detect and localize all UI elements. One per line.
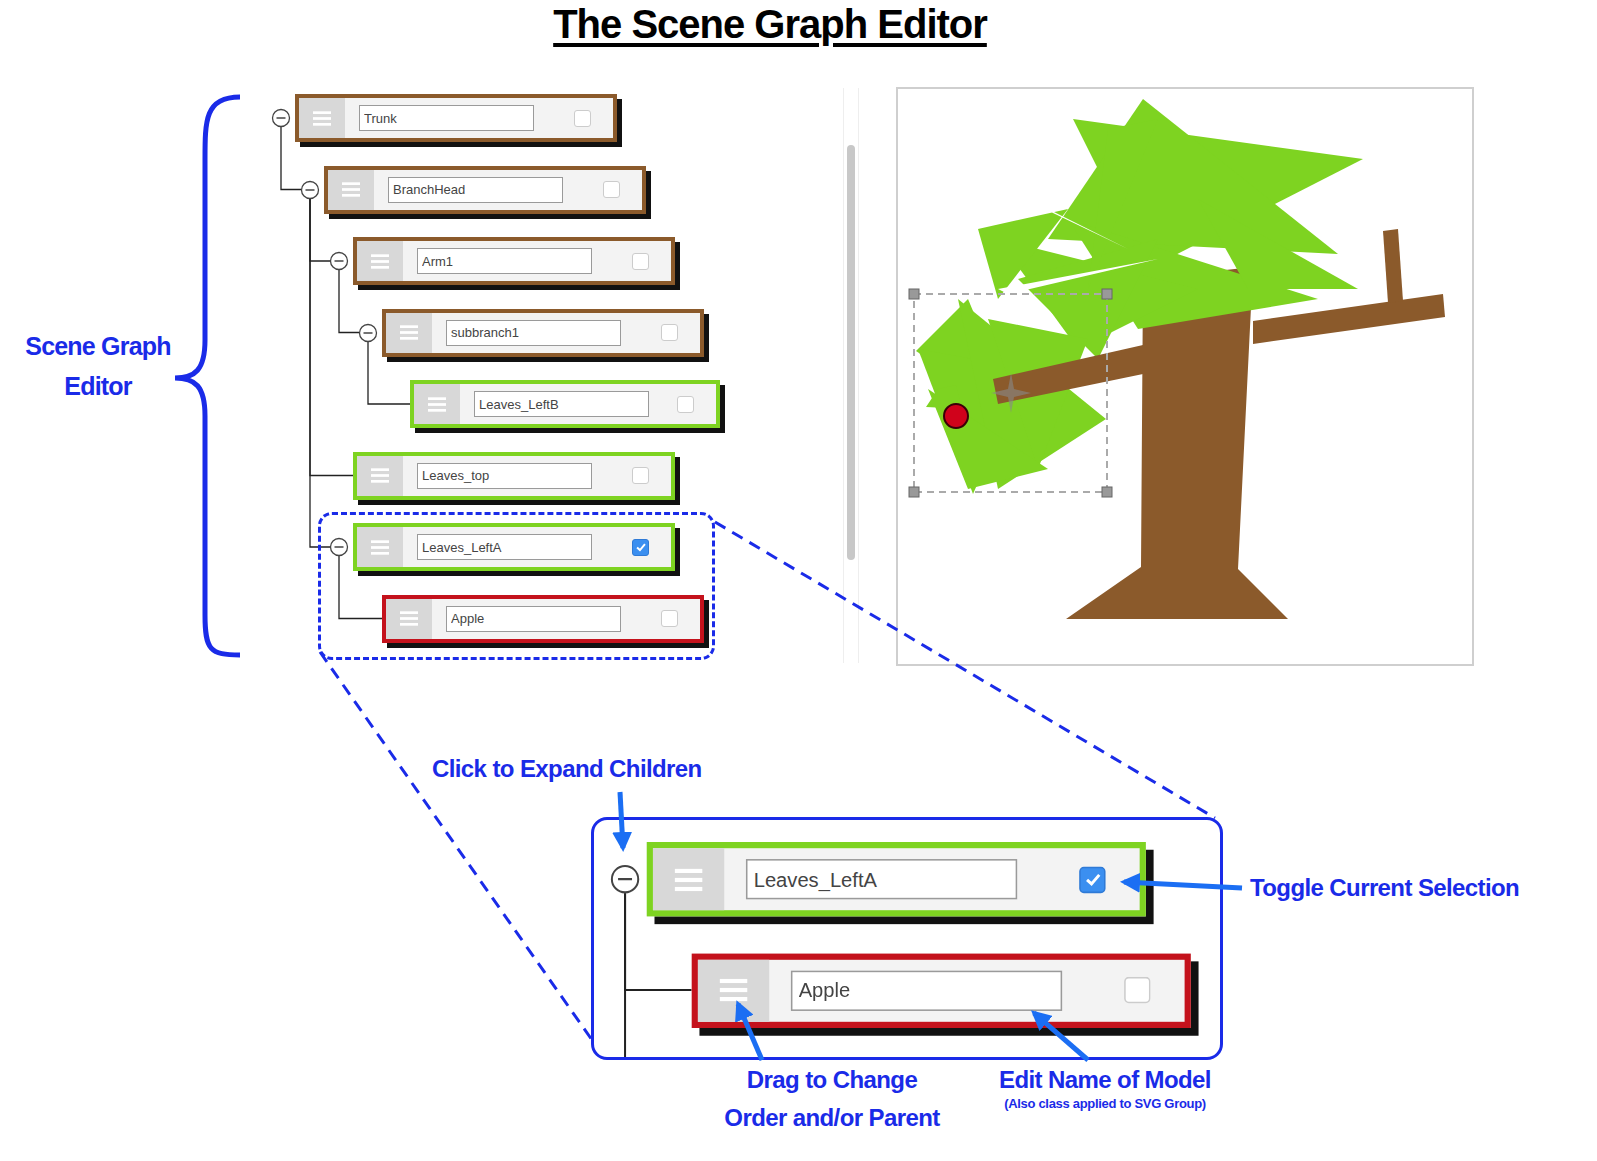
expand-label: Click to Expand Children <box>432 750 702 788</box>
diagram: The Scene Graph Editor Scene GraphEditor… <box>0 0 1597 1161</box>
tree-node <box>653 953 1191 1027</box>
node-card <box>353 452 675 500</box>
tree-node <box>357 309 720 357</box>
hamburger-icon[interactable] <box>371 540 389 555</box>
editor-label: Scene GraphEditor <box>8 326 188 406</box>
node-card <box>382 309 704 357</box>
hamburger-icon[interactable] <box>313 111 331 126</box>
drag-handle[interactable] <box>328 170 374 210</box>
name-input[interactable] <box>388 177 563 203</box>
drag-handle[interactable] <box>299 98 345 138</box>
hamburger-icon[interactable] <box>400 325 418 340</box>
select-checkbox[interactable] <box>632 253 649 270</box>
tree-node <box>608 842 1191 916</box>
name-input[interactable] <box>474 391 649 417</box>
name-input[interactable] <box>417 534 592 560</box>
tree-node <box>328 452 720 500</box>
name-input[interactable] <box>359 105 534 131</box>
checkmark-icon <box>1082 868 1104 890</box>
hamburger-icon[interactable] <box>675 868 703 891</box>
select-checkbox[interactable] <box>1124 977 1150 1003</box>
tree-node <box>299 166 720 214</box>
collapse-icon[interactable] <box>329 251 349 271</box>
node-card <box>647 842 1146 916</box>
title: The Scene Graph Editor <box>470 2 1070 47</box>
name-input[interactable] <box>417 463 592 489</box>
hamburger-icon[interactable] <box>342 182 360 197</box>
tree-node <box>357 595 720 643</box>
hamburger-icon[interactable] <box>400 611 418 626</box>
collapse-icon[interactable] <box>358 323 378 343</box>
collapse-icon[interactable] <box>300 180 320 200</box>
collapse-icon[interactable] <box>610 864 641 895</box>
node-card <box>353 237 675 285</box>
name-label: Edit Name of Model (Also class applied t… <box>980 1061 1230 1111</box>
node-card <box>382 595 704 643</box>
brace <box>175 97 240 655</box>
node-card <box>295 94 617 142</box>
hamburger-icon[interactable] <box>720 978 748 1001</box>
drag-handle[interactable] <box>653 848 724 910</box>
tree-node <box>386 380 720 428</box>
drag-handle[interactable] <box>386 599 432 639</box>
name-input[interactable] <box>446 606 621 632</box>
drag-label: Drag to ChangeOrder and/or Parent <box>697 1061 967 1137</box>
collapse-icon[interactable] <box>329 537 349 557</box>
zoom-box <box>591 817 1223 1060</box>
drag-handle[interactable] <box>698 959 769 1021</box>
select-checkbox[interactable] <box>574 110 591 127</box>
drag-handle[interactable] <box>357 241 403 281</box>
drag-handle[interactable] <box>386 313 432 353</box>
select-checkbox[interactable] <box>603 181 620 198</box>
name-input[interactable] <box>791 970 1062 1010</box>
collapse-icon[interactable] <box>271 108 291 128</box>
checkmark-icon <box>634 540 648 554</box>
name-input[interactable] <box>446 320 621 346</box>
name-input[interactable] <box>417 248 592 274</box>
node-card <box>324 166 646 214</box>
drag-handle[interactable] <box>414 384 460 424</box>
hamburger-icon[interactable] <box>428 397 446 412</box>
drag-handle[interactable] <box>357 527 403 567</box>
callout-line <box>320 652 592 1040</box>
select-checkbox[interactable] <box>1079 866 1105 892</box>
select-checkbox[interactable] <box>677 396 694 413</box>
scrollbar[interactable] <box>843 88 859 663</box>
hamburger-icon[interactable] <box>371 468 389 483</box>
scene-graph-editor <box>270 94 720 674</box>
select-label: Toggle Current Selection <box>1250 869 1519 907</box>
callout-box <box>318 512 715 660</box>
hamburger-icon[interactable] <box>371 254 389 269</box>
tree-node <box>328 523 720 571</box>
tree-node <box>270 94 720 142</box>
name-input[interactable] <box>746 859 1017 899</box>
node-card <box>410 380 720 428</box>
drawing-canvas[interactable] <box>896 87 1474 666</box>
node-card <box>692 953 1191 1027</box>
select-checkbox[interactable] <box>632 467 649 484</box>
tree-drawing <box>898 89 1472 664</box>
select-checkbox[interactable] <box>661 610 678 627</box>
tree-node <box>328 237 720 285</box>
drag-handle[interactable] <box>357 456 403 496</box>
node-card <box>353 523 675 571</box>
select-checkbox[interactable] <box>632 539 649 556</box>
selection-box <box>914 294 1107 492</box>
apple <box>944 404 968 428</box>
select-checkbox[interactable] <box>661 324 678 341</box>
